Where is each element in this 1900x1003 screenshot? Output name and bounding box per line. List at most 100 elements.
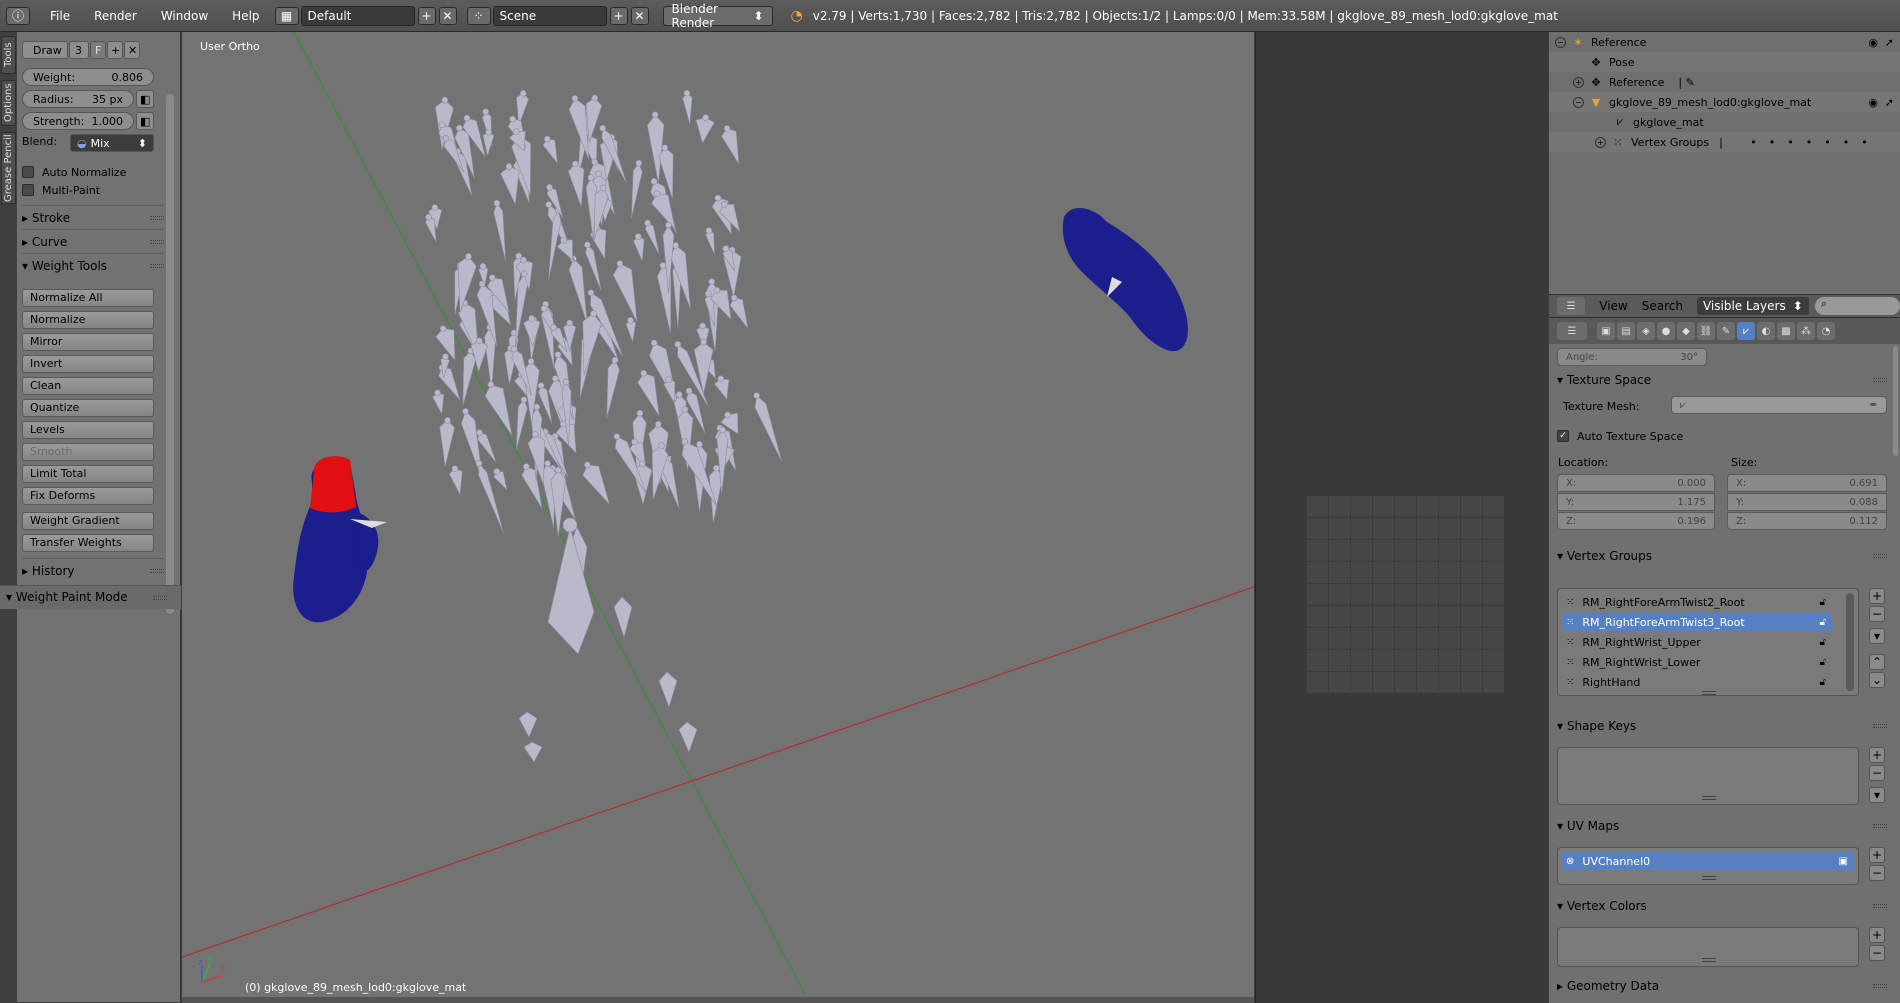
brush-name[interactable]: Draw — [22, 41, 68, 59]
info-editor-icon[interactable]: ⓘ — [6, 6, 30, 25]
menu-window[interactable]: Window — [149, 9, 220, 23]
world-tab-icon[interactable]: ● — [1657, 322, 1675, 340]
lock-icon[interactable]: 🔓︎ — [1820, 597, 1826, 608]
image-editor[interactable] — [1255, 32, 1548, 1003]
lock-icon[interactable]: 🔓︎ — [1820, 657, 1826, 668]
mirror-button[interactable]: Mirror — [22, 333, 154, 351]
move-down-icon[interactable]: ⌄ — [1869, 672, 1885, 688]
size-x-field[interactable]: X: 0.691 — [1727, 474, 1887, 492]
clean-button[interactable]: Clean — [22, 377, 154, 395]
render-tab-icon[interactable]: ▣ — [1597, 322, 1615, 340]
list-resize-grip[interactable] — [1702, 796, 1716, 800]
layout-field[interactable]: Default — [300, 5, 415, 26]
vertex-group-item[interactable]: ⁙ RightHand 🔓︎ — [1562, 673, 1832, 691]
select-arrow-icon[interactable]: ➚ — [1885, 36, 1894, 49]
location-x-field[interactable]: X: 0.000 — [1557, 474, 1715, 492]
view-menu[interactable]: View — [1599, 299, 1627, 313]
uv-map-item-selected[interactable]: ⊗ UVChannel0 ▣ — [1562, 852, 1854, 870]
lock-icon[interactable]: 🔓︎ — [1820, 617, 1826, 628]
vertex-group-specials-icon[interactable]: ▾ — [1869, 628, 1885, 644]
properties-scrollbar[interactable] — [1893, 346, 1898, 456]
vertex-groups-panel-header[interactable]: ▾ Vertex Groups — [1557, 546, 1887, 566]
outliner-search-input[interactable]: ⌕ — [1814, 297, 1900, 315]
weight-tools-panel-header[interactable]: ▾ Weight Tools — [22, 256, 164, 276]
list-resize-grip[interactable] — [1702, 958, 1716, 962]
tab-options[interactable]: Options — [1, 80, 16, 126]
material-tab-icon[interactable]: ◐ — [1757, 322, 1775, 340]
smooth-button[interactable]: Smooth — [22, 443, 154, 461]
add-layout-icon[interactable]: + — [417, 6, 436, 25]
stroke-panel-header[interactable]: ▸ Stroke — [22, 208, 164, 228]
modifiers-tab-icon[interactable]: ✎ — [1717, 322, 1735, 340]
geometry-data-panel-header[interactable]: ▸ Geometry Data — [1557, 976, 1887, 996]
multi-paint-checkbox[interactable]: Multi-Paint — [22, 182, 100, 198]
levels-button[interactable]: Levels — [22, 421, 154, 439]
3d-viewport[interactable]: User Ortho (0) gkglove_89_mesh_lod0:gkgl… — [182, 32, 1254, 998]
screen-layout-icon[interactable]: ▦ — [274, 6, 299, 25]
list-resize-grip[interactable] — [1702, 691, 1716, 695]
outliner-row[interactable]: − ▼ gkglove_89_mesh_lod0:gkglove_mat ◉ ➚ — [1549, 92, 1900, 112]
vertex-colors-panel-header[interactable]: ▾ Vertex Colors — [1557, 896, 1887, 916]
menu-help[interactable]: Help — [220, 9, 271, 23]
add-brush-icon[interactable]: + — [107, 41, 123, 59]
search-menu[interactable]: Search — [1642, 299, 1683, 313]
constraints-tab-icon[interactable]: ⛓ — [1697, 322, 1715, 340]
remove-brush-icon[interactable]: ✕ — [124, 41, 140, 59]
tab-tools[interactable]: Tools — [1, 36, 16, 74]
add-vertex-color-icon[interactable]: + — [1869, 927, 1885, 943]
remove-shape-key-icon[interactable]: − — [1869, 765, 1885, 781]
add-shape-key-icon[interactable]: + — [1869, 747, 1885, 763]
menu-file[interactable]: File — [38, 9, 82, 23]
move-up-icon[interactable]: ⌃ — [1869, 654, 1885, 670]
outliner-row[interactable]: + ⁙ Vertex Groups | ••••••• — [1549, 132, 1900, 152]
vertex-group-item[interactable]: ⁙ RM_RightWrist_Upper 🔓︎ — [1562, 633, 1832, 651]
eye-icon[interactable]: ◉ — [1868, 36, 1878, 49]
radius-field[interactable]: Radius: 35 px — [22, 90, 134, 108]
display-mode-select[interactable]: Visible Layers ⬍ — [1696, 297, 1809, 315]
strength-field[interactable]: Strength: 1.000 — [22, 112, 134, 130]
add-scene-icon[interactable]: + — [609, 6, 628, 25]
vertex-colors-list[interactable] — [1557, 927, 1859, 967]
strength-pressure-icon[interactable]: ◧ — [136, 112, 154, 130]
add-uv-map-icon[interactable]: + — [1869, 847, 1885, 863]
vertex-group-item[interactable]: ⁙ RM_RightForeArmTwist2_Root 🔓︎ — [1562, 593, 1832, 611]
object-tab-icon[interactable]: ◆ — [1677, 322, 1695, 340]
shape-keys-list[interactable] — [1557, 747, 1859, 805]
brush-users[interactable]: 3 — [69, 41, 89, 59]
outliner-row[interactable]: ⩗ gkglove_mat — [1549, 112, 1900, 132]
vertex-groups-list[interactable]: ⁙ RM_RightForeArmTwist2_Root 🔓︎ ⁙ RM_RightF… — [1557, 588, 1859, 696]
normalize-all-button[interactable]: Normalize All — [22, 289, 154, 307]
weight-field[interactable]: Weight: 0.806 — [22, 68, 154, 86]
uv-maps-list[interactable]: ⊗ UVChannel0 ▣ — [1557, 847, 1859, 885]
select-arrow-icon[interactable]: ➚ — [1885, 96, 1894, 109]
invert-button[interactable]: Invert — [22, 355, 154, 373]
physics-tab-icon[interactable]: ◔ — [1817, 322, 1835, 340]
collapse-icon[interactable]: − — [1573, 96, 1584, 108]
camera-icon[interactable]: ▣ — [1839, 856, 1848, 867]
angle-field[interactable]: Angle: 30° — [1557, 348, 1707, 366]
texture-mesh-field[interactable]: ⩗ ✒ — [1671, 396, 1887, 414]
uv-maps-panel-header[interactable]: ▾ UV Maps — [1557, 816, 1887, 836]
texture-space-panel-header[interactable]: ▾ Texture Space — [1557, 370, 1887, 390]
data-tab-icon[interactable]: ⩗ — [1737, 322, 1755, 340]
location-y-field[interactable]: Y: 1.175 — [1557, 493, 1715, 511]
remove-uv-map-icon[interactable]: − — [1869, 865, 1885, 881]
scene-field[interactable]: Scene — [492, 5, 607, 26]
curve-panel-header[interactable]: ▸ Curve — [22, 232, 164, 252]
outliner-row[interactable]: + ✥ Reference | ✎ — [1549, 72, 1900, 92]
weight-gradient-button[interactable]: Weight Gradient — [22, 512, 154, 530]
operator-panel-header[interactable]: ▾ Weight Paint Mode — [0, 585, 181, 609]
menu-render[interactable]: Render — [82, 9, 149, 23]
list-scrollbar[interactable] — [1846, 593, 1854, 691]
shape-keys-panel-header[interactable]: ▾ Shape Keys — [1557, 716, 1887, 736]
expand-icon[interactable]: + — [1595, 136, 1606, 148]
blend-select[interactable]: ◒ Mix ⬍ — [70, 134, 154, 152]
location-z-field[interactable]: Z: 0.196 — [1557, 512, 1715, 530]
eyedropper-icon[interactable]: ✒ — [1870, 400, 1878, 411]
fix-deforms-button[interactable]: Fix Deforms — [22, 487, 154, 505]
collapse-icon[interactable]: − — [1555, 36, 1566, 48]
vertex-group-item-selected[interactable]: ⁙ RM_RightForeArmTwist3_Root 🔓︎ — [1562, 613, 1832, 631]
tool-shelf-scrollbar[interactable] — [166, 94, 174, 614]
quantize-button[interactable]: Quantize — [22, 399, 154, 417]
remove-scene-icon[interactable]: ✕ — [630, 6, 649, 25]
